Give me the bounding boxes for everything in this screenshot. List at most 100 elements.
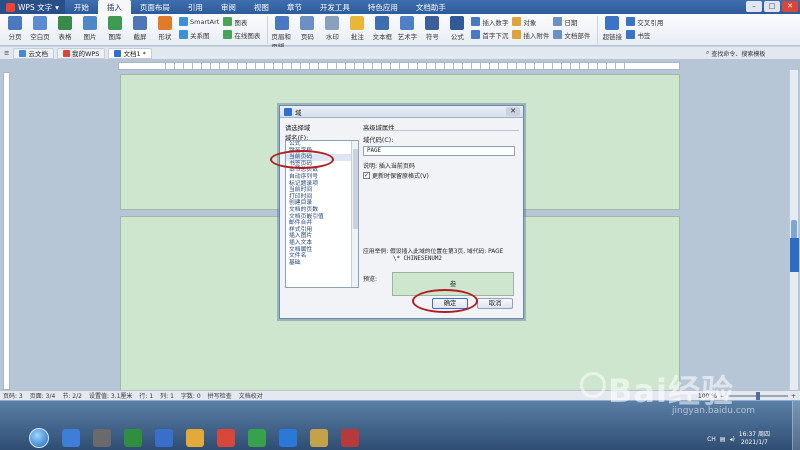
example-line: \* CHINESENUM2 (393, 256, 442, 262)
vertical-scrollbar[interactable] (789, 70, 799, 390)
ribbon-button[interactable]: 形状 (154, 16, 176, 41)
menu-tab[interactable]: 文档助手 (407, 0, 455, 14)
field-list-scrollbar[interactable] (351, 141, 358, 287)
ribbon-button[interactable]: 截屏 (129, 16, 151, 41)
field-code-input[interactable]: PAGE (363, 146, 515, 156)
ribbon-small-button[interactable]: 首字下沉 (471, 29, 508, 40)
ribbon-small-button[interactable]: 在线图表 (223, 29, 260, 40)
menu-tab[interactable]: 开始 (65, 0, 98, 14)
ribbon-small-button[interactable]: 插入附件 (512, 29, 549, 40)
input-method-indicator[interactable]: CH (707, 436, 716, 443)
tab-icon (19, 49, 27, 57)
ribbon-icon (605, 16, 620, 30)
ribbon-icon (33, 16, 47, 30)
ribbon-small-button[interactable]: 书签 (626, 29, 663, 40)
menu-tab[interactable]: 特色应用 (359, 0, 407, 14)
field-code-label: 域代码(C): (363, 137, 394, 144)
baidu-watermark: Bai经验 jingyan.baidu.com (580, 366, 800, 426)
field-list-item[interactable]: 公式 (286, 141, 358, 148)
taskbar-app-icon[interactable] (124, 429, 142, 447)
field-list-item[interactable]: 邮件合并 (286, 220, 358, 227)
ribbon-button-label: 日期 (564, 18, 578, 27)
ribbon-button-label: 分页 (8, 33, 22, 41)
taskbar-app-icon[interactable] (217, 429, 235, 447)
tab-label: 云文档 (28, 50, 48, 58)
field-list-item[interactable]: 文档的页数 (286, 207, 358, 214)
keep-format-checkbox[interactable]: ✓ 更新时保留原格式(V) (363, 171, 429, 180)
ribbon-button[interactable]: 批注 (346, 16, 368, 41)
ribbon-icon (179, 17, 188, 26)
field-select-panel: 请选择域 域名(F): 公式 跳至字段 当前页码 书签页码 本节总页数 自动序列号 标记题录… (285, 123, 359, 289)
ribbon-small-button[interactable]: 日期 (553, 16, 590, 27)
menu-tab[interactable]: 页面布局 (131, 0, 179, 14)
field-list-item[interactable]: 基础 (286, 260, 358, 267)
search-placeholder: 查找命令、搜索模板 (711, 50, 766, 58)
start-button[interactable] (29, 428, 49, 448)
ribbon-icon (133, 16, 147, 30)
cancel-button[interactable]: 取消 (477, 298, 513, 309)
menu-tab[interactable]: 章节 (278, 0, 311, 14)
ribbon-icon (158, 16, 172, 30)
ribbon-small-button[interactable]: 图表 (223, 16, 260, 27)
field-list-item[interactable]: 自动序列号 (286, 174, 358, 181)
menu-tab[interactable]: 引用 (179, 0, 212, 14)
close-button[interactable]: ✕ (782, 1, 798, 12)
ribbon-small-button[interactable]: 文档部件 (553, 29, 590, 40)
document-tab[interactable]: 我的WPS (56, 47, 106, 59)
field-list-item[interactable]: 文件名 (286, 253, 358, 260)
ribbon-button[interactable]: 符号 (421, 16, 443, 41)
clock[interactable]: 16:37 周四 2021/1/7 (739, 431, 770, 447)
ribbon-button[interactable]: 分页 (4, 16, 26, 41)
field-list-item[interactable]: 插入图片 (286, 233, 358, 240)
ribbon-button[interactable]: 页眉和页脚 (271, 16, 293, 51)
document-tab[interactable]: 文档1 * (108, 47, 152, 59)
taskbar-app-icon[interactable] (310, 429, 328, 447)
volume-icon[interactable]: ◂) (729, 436, 734, 443)
field-list-item[interactable]: 当前时间 (286, 187, 358, 194)
taskbar-app-icon[interactable] (62, 429, 80, 447)
taskbar-app-icon[interactable] (341, 429, 359, 447)
ribbon-small-button[interactable]: SmartArt (179, 16, 219, 27)
ribbon-small-button[interactable]: 插入数字 (471, 16, 508, 27)
ribbon-button[interactable]: 水印 (321, 16, 343, 41)
highlight-ellipse (412, 289, 478, 313)
ribbon-button[interactable]: 表格 (54, 16, 76, 41)
menu-icon[interactable]: ≡ (4, 49, 9, 57)
ribbon-button[interactable]: 页码 (296, 16, 318, 41)
search-box[interactable]: ⌕ 查找命令、搜索模板 (706, 48, 796, 58)
ribbon-small-button[interactable]: 对象 (512, 16, 549, 27)
taskbar-app-icon[interactable] (93, 429, 111, 447)
menu-tab[interactable]: 开发工具 (311, 0, 359, 14)
menu-tab[interactable]: 审阅 (212, 0, 245, 14)
tab-label: 文档1 * (123, 50, 146, 58)
ribbon-button-label: 符号 (425, 33, 439, 41)
ribbon-icon (179, 30, 188, 39)
ribbon-button[interactable]: 公式 (446, 16, 468, 41)
taskbar-app-icon[interactable] (155, 429, 173, 447)
ribbon-small-button[interactable]: 关系图 (179, 29, 219, 40)
horizontal-ruler[interactable] (118, 62, 680, 70)
app-menu-button[interactable]: WPS 文字 ▾ (0, 0, 65, 14)
menu-tab[interactable]: 视图 (245, 0, 278, 14)
dialog-title: 域 (295, 108, 302, 117)
ribbon-button[interactable]: 图片 (79, 16, 101, 41)
ribbon-small-button[interactable]: 交叉引用 (626, 16, 663, 27)
ribbon-button[interactable]: 文本框 (371, 16, 393, 41)
search-icon: ⌕ (706, 49, 710, 56)
vertical-ruler[interactable] (3, 72, 10, 390)
taskbar-app-icon[interactable] (186, 429, 204, 447)
ribbon-button[interactable]: 艺术字 (396, 16, 418, 41)
taskbar-app-icon[interactable] (279, 429, 297, 447)
field-list-item[interactable]: 创建目录 (286, 200, 358, 207)
maximize-button[interactable]: □ (764, 1, 780, 12)
ribbon-button[interactable]: 图库 (104, 16, 126, 41)
field-list-item[interactable]: 插入文本 (286, 240, 358, 247)
taskbar-app-icon[interactable] (248, 429, 266, 447)
document-tab[interactable]: 云文档 (13, 47, 54, 59)
minimize-button[interactable]: – (746, 1, 762, 12)
ribbon-button[interactable]: 超链接 (601, 16, 623, 41)
ribbon-button[interactable]: 空白页 (29, 16, 51, 41)
network-icon[interactable]: ▤ (720, 436, 726, 443)
menu-tab[interactable]: 插入 (97, 0, 131, 14)
dialog-close-button[interactable]: ✕ (506, 107, 520, 116)
